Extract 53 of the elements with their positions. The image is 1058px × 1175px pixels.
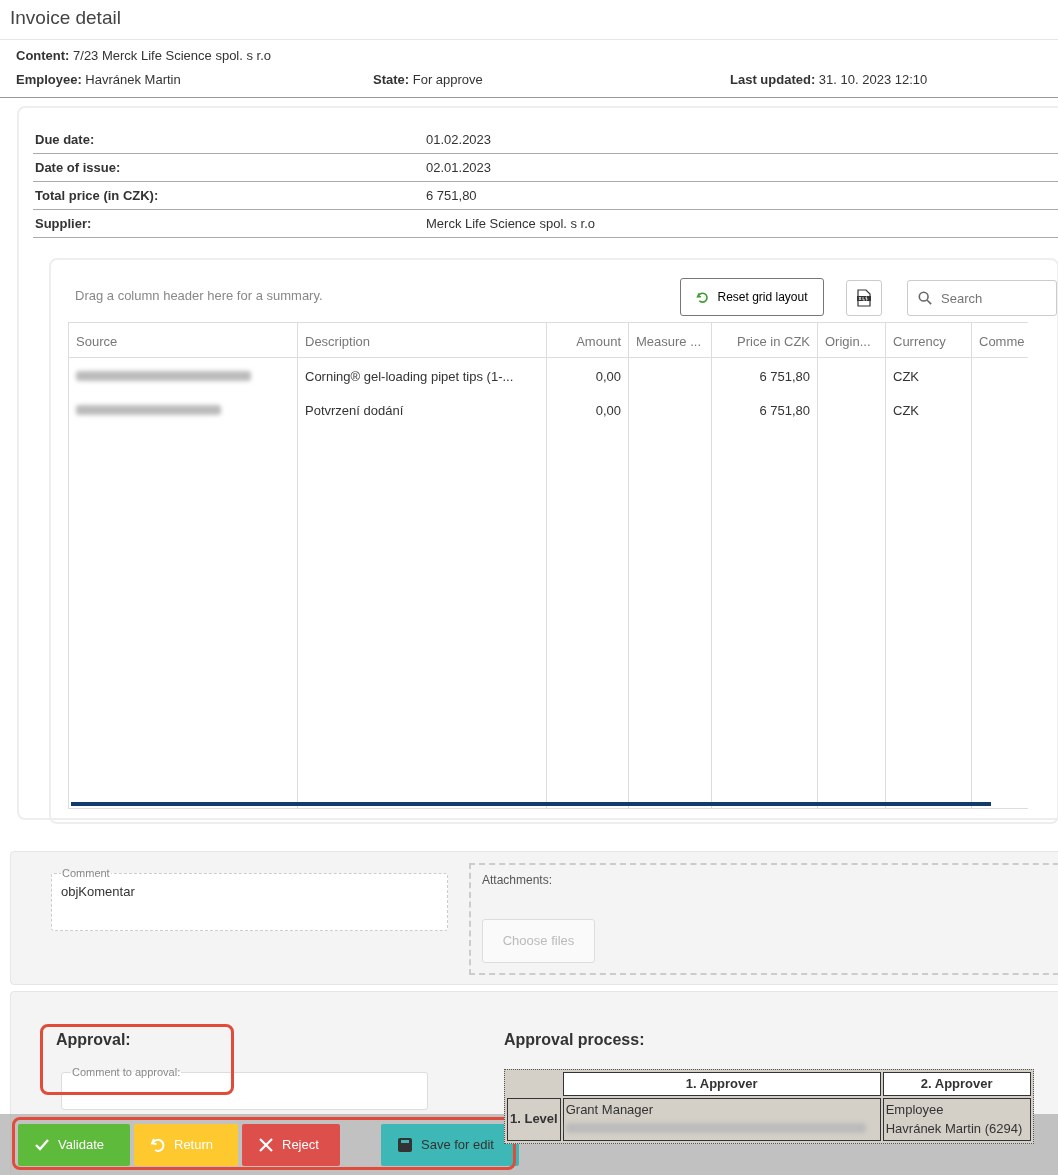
comment-text: objKomentar [61, 884, 135, 899]
column-header[interactable]: Description [298, 323, 546, 358]
attachments-label: Attachments: [482, 872, 554, 889]
table-cell-text: Corning® gel-loading pipet tips (1-... [304, 368, 515, 386]
grid-hint: Drag a column header here for a summary. [74, 287, 324, 305]
summary-info: Last updated: 31. 10. 2023 12:10 [730, 71, 928, 87]
column-header[interactable]: Price in CZK [712, 323, 817, 358]
field-label: Due date: [34, 130, 96, 149]
undo-icon [150, 1136, 166, 1153]
export-button[interactable] [846, 280, 882, 316]
reset-grid-button[interactable]: Reset grid layout [680, 278, 824, 316]
column-header[interactable]: Amount [547, 323, 628, 358]
scrollbar[interactable] [71, 802, 991, 806]
column-header[interactable]: Origin... [818, 323, 885, 358]
column-header[interactable]: Source [69, 323, 297, 358]
field-label: Comment [61, 866, 111, 880]
reject-button[interactable]: Reject [242, 1123, 340, 1166]
summary-info: Employee: Havránek Martin [16, 71, 181, 87]
field-label: Supplier: [34, 214, 93, 233]
close-icon [258, 1136, 274, 1153]
validate-button[interactable]: Validate [18, 1123, 130, 1166]
approver-name: Havránek Martin (6294) [885, 1120, 1024, 1138]
column-header[interactable]: Comme [972, 323, 1028, 358]
table-cell-text: 0,00 [594, 402, 622, 420]
table-cell-text: 6 751,80 [758, 368, 811, 386]
table-cell-text: Potvrzení dodání [304, 402, 405, 420]
approver-column-header: 1. Approver [562, 1072, 881, 1096]
field-label: Comment to approval: [71, 1065, 182, 1079]
approval-process-heading: Approval process: [504, 1030, 646, 1050]
column-header[interactable]: Measure ... [629, 323, 711, 358]
approver-column-header: 2. Approver [882, 1072, 1031, 1096]
undo-icon [696, 290, 710, 304]
dialog-title: Invoice detail [0, 0, 1058, 40]
field-value: 6 751,80 [426, 186, 477, 205]
approval-heading: Approval: [56, 1030, 132, 1050]
field-label: Date of issue: [34, 158, 122, 177]
field-value: 01.02.2023 [426, 130, 492, 149]
content-info: Content: 7/23 Merck Life Science spol. s r.o [16, 48, 272, 63]
table-cell-text: 6 751,80 [758, 402, 811, 420]
table-cell-text: CZK [892, 368, 920, 386]
save-button[interactable]: Save for edit [381, 1123, 519, 1166]
search-field[interactable]: Search [907, 280, 1057, 316]
field-value: 02.01.2023 [426, 158, 492, 177]
table-cell-text: 0,00 [594, 368, 622, 386]
field-label: Total price (in CZK): [34, 186, 160, 205]
column-header[interactable]: Currency [886, 323, 971, 358]
approver-role: Employee [885, 1100, 945, 1119]
approver-role: Grant Manager [565, 1100, 655, 1119]
spreadsheet-file-icon [856, 289, 872, 307]
level-header: 1. Level [507, 1097, 561, 1141]
field-value: Merck Life Science spol. s r.o [426, 214, 596, 233]
table-cell-text: CZK [892, 402, 920, 420]
summary-info: State: For approve [373, 71, 483, 87]
